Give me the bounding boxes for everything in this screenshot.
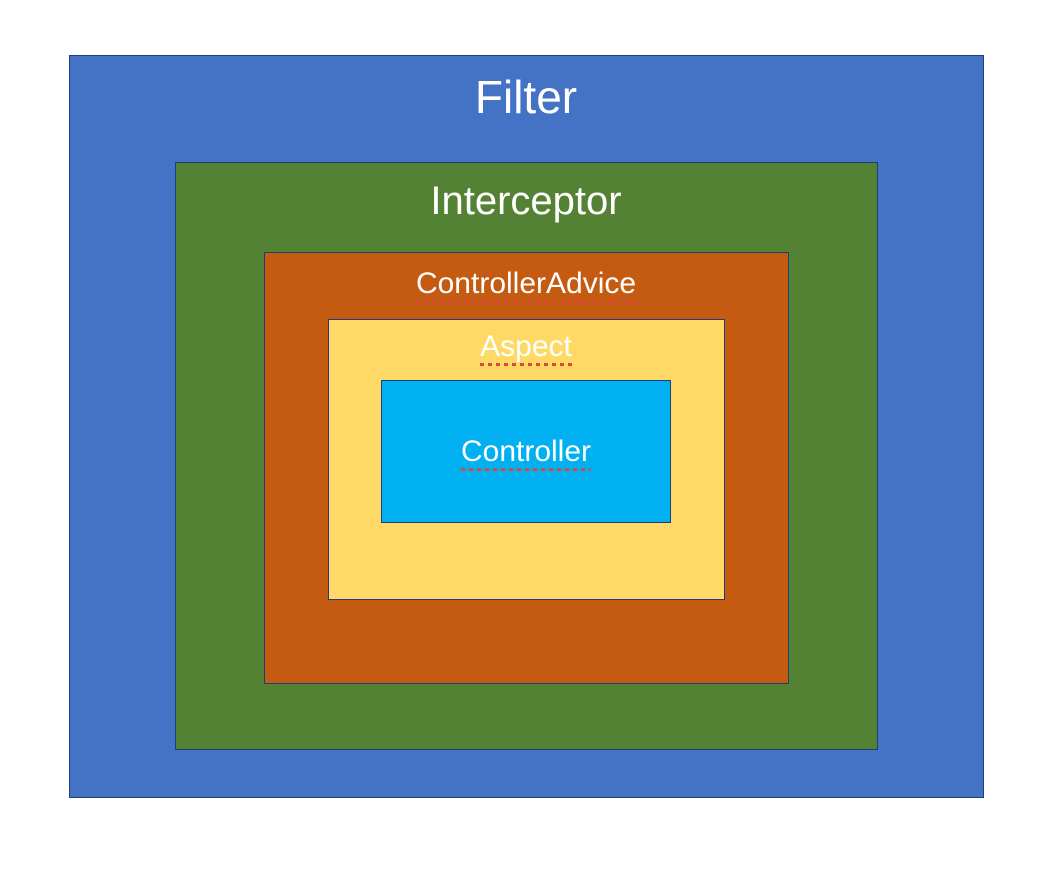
controller-layer: Controller [381,380,671,523]
interceptor-layer: Interceptor ControllerAdvice Aspect Cont… [175,162,878,750]
interceptor-label: Interceptor [430,179,621,224]
aspect-label: Aspect [480,330,572,364]
controller-advice-label: ControllerAdvice [416,267,636,301]
controller-label: Controller [461,435,591,469]
filter-layer: Filter Interceptor ControllerAdvice Aspe… [69,55,984,798]
aspect-layer: Aspect Controller [328,319,725,600]
filter-label: Filter [475,70,577,124]
controller-advice-layer: ControllerAdvice Aspect Controller [264,252,789,684]
